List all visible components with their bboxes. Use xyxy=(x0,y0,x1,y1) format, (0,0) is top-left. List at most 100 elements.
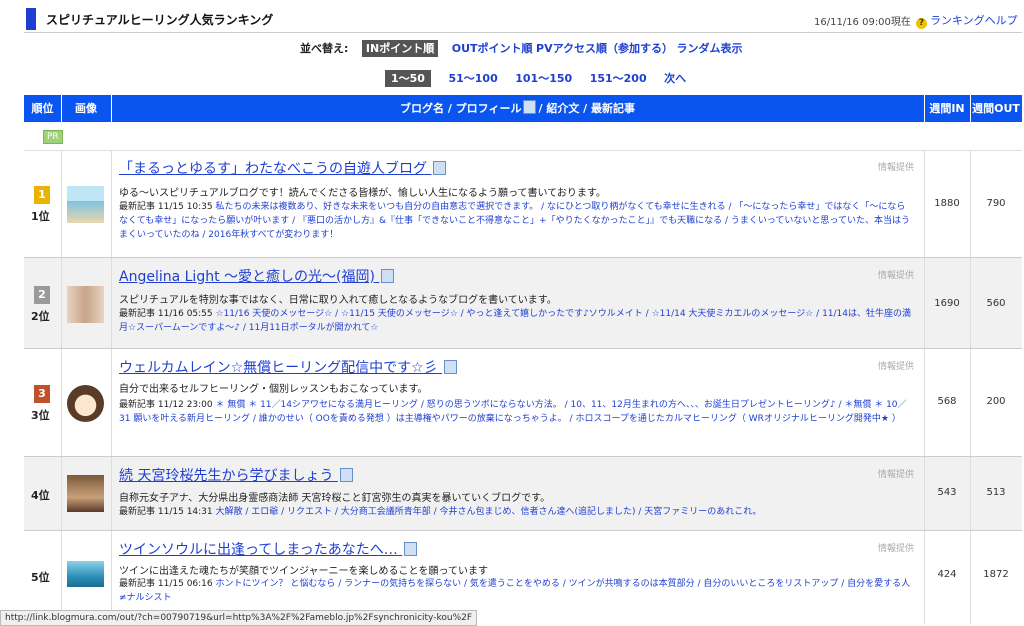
recent-date: 11/15 10:35 xyxy=(157,202,213,212)
weekly-in-value: 1690 xyxy=(934,298,960,309)
page-101-150[interactable]: 101〜150 xyxy=(515,72,572,85)
pager: 1〜50 51〜100 101〜150 151〜200 次へ xyxy=(385,70,700,87)
page-1-50[interactable]: 1〜50 xyxy=(385,70,431,87)
rank-cell: 1 1位 xyxy=(24,150,62,257)
info-provided[interactable]: 情報提供 xyxy=(878,359,914,372)
blog-title-link[interactable]: 続 天宮玲桜先生から学びましょう xyxy=(119,465,355,485)
recent-date: 11/15 06:16 xyxy=(157,579,213,589)
weekly-out-cell: 1872 xyxy=(970,531,1022,624)
recent-label: 最新記事 xyxy=(119,507,156,517)
weekly-out-value: 513 xyxy=(986,487,1006,498)
page-151-200[interactable]: 151〜200 xyxy=(590,72,647,85)
rank-number: 5位 xyxy=(31,571,50,584)
weekly-out-cell: 200 xyxy=(970,349,1022,456)
pr-badge: PR xyxy=(43,130,63,144)
ranking-help-label: ランキングヘルプ xyxy=(930,14,1018,27)
weekly-in-cell: 424 xyxy=(924,531,971,624)
blog-intro: ゆる〜いスピリチュアルブログです！読んでくださる皆様が、愉しい人生になるよう願っ… xyxy=(119,188,606,199)
recent-date: 11/16 05:55 xyxy=(157,309,213,319)
blog-title-link[interactable]: ツインソウルに出逢ってしまったあなたへ… xyxy=(119,539,419,559)
weekly-out-value: 200 xyxy=(986,396,1006,407)
recent-date: 11/12 23:00 xyxy=(157,400,213,410)
recent-links[interactable]: ホントにツイン？ と悩むなら / ランナーの気持ちを探らない / 気を遣うことを… xyxy=(119,579,910,603)
info-provided[interactable]: 情報提供 xyxy=(878,541,914,554)
sort-random[interactable]: ランダム表示 xyxy=(677,42,743,55)
blog-thumbnail[interactable] xyxy=(67,385,104,422)
weekly-in-value: 424 xyxy=(937,569,957,580)
weekly-in-value: 543 xyxy=(937,487,957,498)
recent-links[interactable]: 私たちの未来は複数あり、好きな未来をいつも自分の自由意志で選択できます。 / な… xyxy=(119,202,910,240)
recent-links[interactable]: ☆11/16 天使のメッセージ☆ / ☆11/15 天使のメッセージ☆ / やっ… xyxy=(119,309,911,333)
page-next[interactable]: 次へ xyxy=(664,72,686,85)
weekly-out-cell: 513 xyxy=(970,457,1022,530)
pr-row: PR xyxy=(24,122,1022,151)
page-title: スピリチュアルヒーリング人気ランキング xyxy=(46,13,274,27)
update-timestamp: 16/11/16 09:00現在 xyxy=(814,17,911,28)
profile-icon[interactable] xyxy=(339,468,353,482)
rank-cell: 2 2位 xyxy=(24,258,62,348)
blog-cell: 続 天宮玲桜先生から学びましょう 情報提供 自称元女子アナ、大分県出身霊感商法師… xyxy=(111,457,925,530)
rank-number: 4位 xyxy=(31,489,50,502)
recent-articles: 最新記事 11/12 23:00 ＊ 無償 ＊ 11／14シアワセになる満月ヒー… xyxy=(119,398,914,426)
profile-icon[interactable] xyxy=(381,269,395,283)
weekly-in-value: 1880 xyxy=(934,198,960,209)
table-row: 4位 続 天宮玲桜先生から学びましょう 情報提供 自称元女子アナ、大分県出身霊感… xyxy=(24,457,1022,531)
sort-pv-access[interactable]: PVアクセス順（参加する） xyxy=(536,42,673,55)
page-51-100[interactable]: 51〜100 xyxy=(448,72,497,85)
blog-intro: スピリチュアルを特別な事ではなく、日常に取り入れて癒しとなるようなブログを書いて… xyxy=(119,295,557,306)
info-provided[interactable]: 情報提供 xyxy=(878,467,914,480)
weekly-out-value: 1872 xyxy=(983,569,1009,580)
profile-icon[interactable] xyxy=(444,360,458,374)
blog-title-link[interactable]: Angelina Light 〜愛と癒しの光〜(福岡) xyxy=(119,266,396,286)
blog-title-link[interactable]: ウェルカムレイン☆無償ヒーリング配信中です☆彡 xyxy=(119,357,459,377)
blog-cell: ウェルカムレイン☆無償ヒーリング配信中です☆彡 情報提供 自分で出来るセルフヒー… xyxy=(111,349,925,456)
sort-out-points[interactable]: OUTポイント順 xyxy=(452,42,533,55)
recent-date: 11/15 14:31 xyxy=(157,507,213,517)
image-cell xyxy=(61,150,112,257)
profile-icon xyxy=(523,100,537,114)
recent-label: 最新記事 xyxy=(119,309,156,319)
blog-title: ウェルカムレイン☆無償ヒーリング配信中です☆彡 xyxy=(119,360,438,376)
recent-links[interactable]: ＊ 無償 ＊ 11／14シアワセになる満月ヒーリング / 怒りの思うツボにならな… xyxy=(119,400,907,424)
profile-icon[interactable] xyxy=(433,161,447,175)
sort-label: 並べ替え: xyxy=(300,42,349,55)
info-provided[interactable]: 情報提供 xyxy=(878,160,914,173)
blog-thumbnail[interactable] xyxy=(67,561,104,587)
recent-articles: 最新記事 11/16 05:55 ☆11/16 天使のメッセージ☆ / ☆11/… xyxy=(119,307,914,335)
ranking-help-link[interactable]: ? ランキングヘルプ xyxy=(916,12,1018,29)
info-provided[interactable]: 情報提供 xyxy=(878,268,914,281)
blog-cell: Angelina Light 〜愛と癒しの光〜(福岡) 情報提供 スピリチュアル… xyxy=(111,258,925,348)
weekly-in-cell: 1690 xyxy=(924,258,971,348)
table-row: 3 3位 ウェルカムレイン☆無償ヒーリング配信中です☆彡 情報提供 自分で出来る… xyxy=(24,349,1022,457)
recent-articles: 最新記事 11/15 06:16 ホントにツイン？ と悩むなら / ランナーの気… xyxy=(119,577,914,605)
blog-thumbnail[interactable] xyxy=(67,186,104,223)
blog-cell: 「まるっとゆるす」わたなべこうの自遊人ブログ 情報提供 ゆる〜いスピリチュアルブ… xyxy=(111,150,925,257)
weekly-in-cell: 543 xyxy=(924,457,971,530)
rank-cell: 3 3位 xyxy=(24,349,62,456)
weekly-out-cell: 790 xyxy=(970,150,1022,257)
header-rank: 順位 xyxy=(24,95,62,122)
blog-title-link[interactable]: 「まるっとゆるす」わたなべこうの自遊人ブログ xyxy=(119,158,448,178)
blog-thumbnail[interactable] xyxy=(67,475,104,512)
header-image: 画像 xyxy=(61,95,112,122)
recent-links[interactable]: 大解散 / エロ爺 / リクエスト / 大分商工会議所青年部 / 今井さん包まじ… xyxy=(216,507,762,517)
header-weekly-out: 週間OUT xyxy=(972,102,1020,115)
profile-icon[interactable] xyxy=(404,542,418,556)
blog-intro: 自分で出来るセルフヒーリング・個別レッスンもおこなっています。 xyxy=(119,384,428,395)
recent-articles: 最新記事 11/15 10:35 私たちの未来は複数あり、好きな未来をいつも自分… xyxy=(119,200,914,242)
sort-bar: 並べ替え: INポイント順 OUTポイント順 PVアクセス順（参加する） ランダ… xyxy=(300,40,800,57)
recent-label: 最新記事 xyxy=(119,400,156,410)
header-blog-label: ブログ名 / プロフィール xyxy=(400,102,522,115)
blog-title: 続 天宮玲桜先生から学びましょう xyxy=(119,468,334,484)
image-cell xyxy=(61,457,112,530)
blog-intro: 自称元女子アナ、大分県出身霊感商法師 天宮玲桜こと釘宮弥生の真実を暴いていくブロ… xyxy=(119,493,551,504)
weekly-in-cell: 568 xyxy=(924,349,971,456)
table-row: 2 2位 Angelina Light 〜愛と癒しの光〜(福岡) 情報提供 スピ… xyxy=(24,258,1022,349)
help-icon: ? xyxy=(916,18,927,29)
recent-articles: 最新記事 11/15 14:31 大解散 / エロ爺 / リクエスト / 大分商… xyxy=(119,505,914,519)
header-weekly-in: 週間IN xyxy=(924,95,971,122)
sort-in-points[interactable]: INポイント順 xyxy=(361,40,439,57)
ranking-titlebar: スピリチュアルヒーリング人気ランキング 16/11/16 09:00現在 ? ラン… xyxy=(24,6,1022,33)
silver-medal-icon: 2 xyxy=(34,286,50,304)
blog-thumbnail[interactable] xyxy=(67,286,104,323)
